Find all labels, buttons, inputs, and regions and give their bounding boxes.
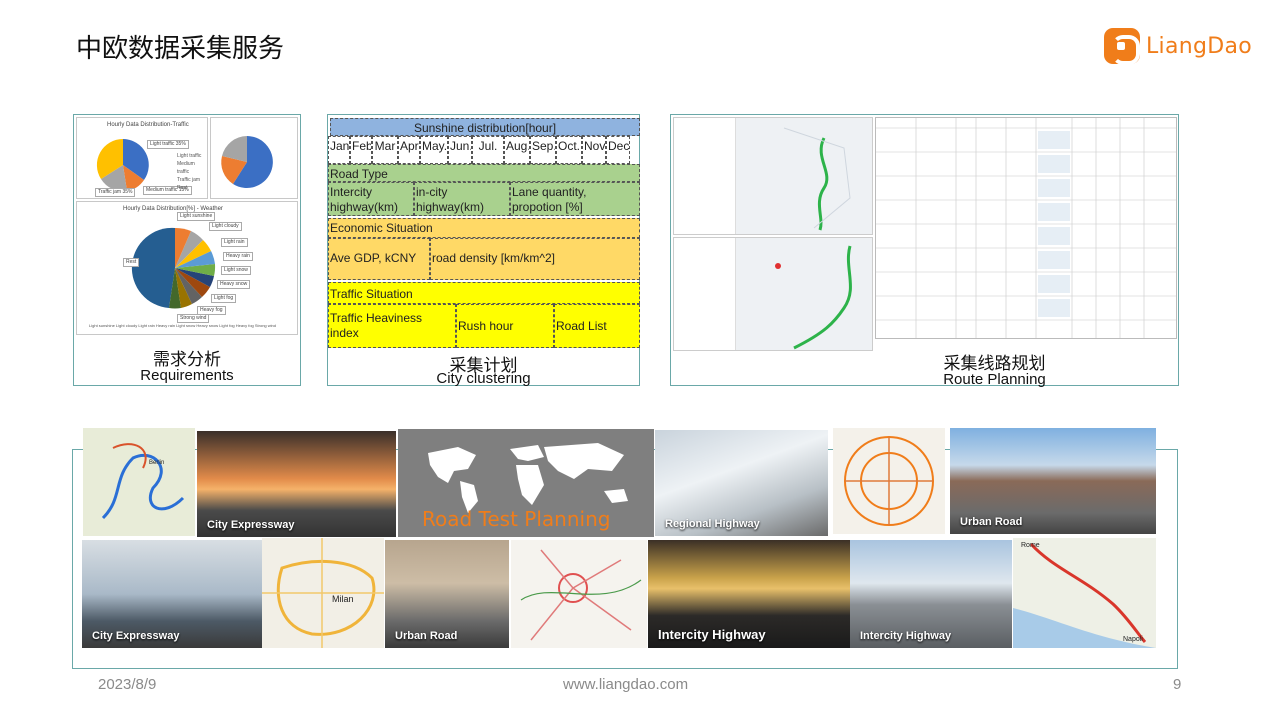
tile-label: Regional Highway [665,518,760,530]
map-tile-rings [833,428,945,534]
economic-road-density: road density [km/km^2] [430,238,640,280]
berlin-label: Berlin [149,460,165,466]
route-planning-panel: 采集线路规划 Route Planning [670,114,1179,388]
road-test-planning-title: Road Test Planning [422,507,611,531]
secondary-pie [221,136,273,188]
photo-regional-highway: Regional Highway [655,430,828,536]
tile-label: Urban Road [960,516,1023,528]
road-type-lanes: Lane quantity, propotion [%] [510,182,640,216]
weather-callout: Rest [123,258,140,267]
sunshine-header: Sunshine distribution[hour] [330,118,640,136]
weather-callout: Light snow [221,266,251,275]
month-cell: Nov [582,136,606,164]
month-cell: Apr [398,136,420,164]
rome-label: Rome [1021,542,1040,549]
month-cell: Aug. [504,136,530,164]
traffic-pie-chart: Hourly Data Distribution-Traffic Light t… [76,117,208,199]
traffic-pie-legend: Light traffic Medium traffic Traffic jam… [177,152,207,192]
secondary-pie-chart [210,117,298,199]
liangdao-logo: LiangDao [1104,28,1253,65]
tile-label: City Expressway [207,519,295,531]
legend-item: Traffic jam [177,177,201,183]
month-cell: Jun. [448,136,472,164]
tile-label: City Expressway [92,630,180,642]
traffic-road-list: Road List [554,304,640,348]
road-type-incity: in-city highway(km) [414,182,510,216]
requirements-caption-en: Requirements [140,367,234,384]
photo-intercity-highway-1: Intercity Highway [648,540,850,648]
weather-callout: Heavy rain [223,252,253,261]
month-cell: Sep. [530,136,556,164]
route-map-bottom [673,237,873,351]
map-tile-city-network [511,540,647,648]
photo-urban-road-2: Urban Road [385,540,509,648]
legend-item: Medium traffic [177,161,195,175]
route-caption-en: Route Planning [943,371,1046,388]
month-cell: Oct. [556,136,582,164]
slide-title: 中欧数据采集服务 [76,34,285,64]
road-test-planning-tile: Road Test Planning [398,429,654,537]
napoli-label: Napoli [1123,636,1143,643]
month-cell: Dec [606,136,630,164]
road-type-intercity: Intercity highway(km) [328,182,414,216]
route-table [875,117,1177,339]
month-cell: Feb [350,136,372,164]
logo-text: LiangDao [1146,33,1253,59]
milan-label: Milan [332,594,354,604]
pie-callout-light: Light traffic 35% [147,140,189,149]
page-number: 9 [1173,676,1182,693]
tile-label: Urban Road [395,630,458,642]
weather-callout: Light cloudy [209,222,242,231]
legend-item: Rest [177,185,188,191]
month-cell: Mar [372,136,398,164]
month-cell: Jul. [472,136,504,164]
weather-pie-chart: Hourly Data Distribution[%] - Weather Li… [76,201,298,335]
traffic-heaviness: Traffic Heaviness index [328,304,456,348]
clustering-caption-en: City clustering [436,370,531,387]
weather-callout: Light sunshine [177,212,216,221]
economic-title: Economic Situation [328,218,640,238]
weather-pie-legend: Light sunshine Light cloudy Light rain H… [89,323,276,328]
weather-callout: Heavy snow [217,280,251,289]
photo-city-expressway-2: City Expressway [82,540,262,648]
map-tile-rome-napoli: Rome Napoli [1013,538,1156,648]
footer-website[interactable]: www.liangdao.com [563,676,688,693]
month-cell: May. [420,136,448,164]
economic-gdp: Ave GDP, kCNY [328,238,430,280]
weather-callout: Light rain [221,238,248,247]
traffic-title: Traffic Situation [328,282,640,304]
photo-intercity-highway-2: Intercity Highway [850,540,1012,648]
weather-callout: Light fog [211,294,237,303]
road-type-title: Road Type [328,164,640,182]
month-cell: Jan [328,136,350,164]
liangdao-logo-icon [1104,28,1140,65]
legend-item: Light traffic [177,153,202,159]
photo-urban-road: Urban Road [950,428,1156,534]
pie-callout-jam: Traffic jam 35% [95,188,136,197]
tile-label: Intercity Highway [658,627,766,642]
route-map-top [673,117,873,235]
city-clustering-panel: Sunshine distribution[hour] Jan Feb Mar Apr… [327,114,640,387]
requirements-panel: Hourly Data Distribution-Traffic Light t… [73,114,301,386]
map-tile-berlin: Berlin [83,428,195,536]
clustering-table: Sunshine distribution[hour] Jan Feb Mar Apr… [328,118,640,351]
tile-label: Intercity Highway [860,630,952,642]
map-tile-milan: Milan [262,538,384,648]
footer-date: 2023/8/9 [98,676,157,693]
traffic-rush-hour: Rush hour [456,304,554,348]
photo-city-expressway-1: City Expressway [197,431,396,537]
